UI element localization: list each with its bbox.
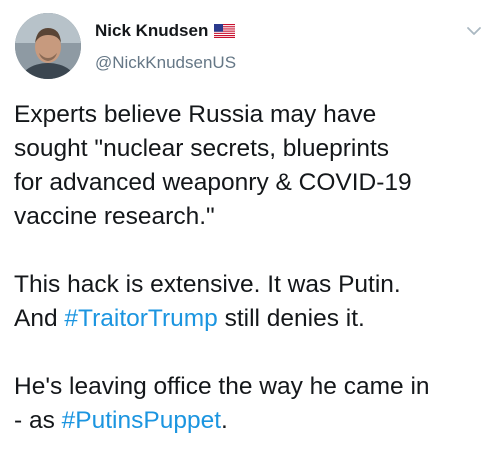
text-line: And #TraitorTrump still denies it. (14, 302, 494, 336)
text-fragment: still denies it. (217, 305, 365, 332)
hashtag-link[interactable]: #PutinsPuppet (62, 407, 221, 434)
us-flag-icon (214, 24, 236, 38)
tweet-paragraph-1: Experts believe Russia may have sought "… (14, 98, 494, 234)
avatar[interactable] (15, 13, 81, 79)
text-line: This hack is extensive. It was Putin. (14, 271, 401, 298)
text-line: sought "nuclear secrets, blueprints (14, 135, 390, 162)
tweet-card: Nick Knudsen @NickKnudsenUS Experts beli… (0, 0, 500, 461)
tweet-text: Experts believe Russia may have sought "… (14, 98, 494, 438)
author-handle[interactable]: @NickKnudsenUS (95, 53, 236, 73)
chevron-down-icon[interactable] (466, 25, 482, 37)
hashtag-link[interactable]: #TraitorTrump (64, 305, 217, 332)
text-fragment: . (221, 407, 228, 434)
text-line: - as #PutinsPuppet. (14, 404, 494, 438)
text-line: vaccine research." (14, 203, 215, 230)
author-name[interactable]: Nick Knudsen (95, 21, 208, 41)
text-line: He's leaving office the way he came in (14, 373, 430, 400)
text-line: Experts believe Russia may have (14, 101, 377, 128)
text-line: for advanced weaponry & COVID-19 (14, 169, 412, 196)
tweet-paragraph-2: This hack is extensive. It was Putin. An… (14, 268, 494, 336)
avatar-image (15, 13, 81, 79)
author-name-row: Nick Knudsen (95, 20, 236, 42)
text-fragment: And (14, 305, 65, 332)
tweet-paragraph-3: He's leaving office the way he came in -… (14, 370, 494, 438)
text-fragment: - as (14, 407, 62, 434)
